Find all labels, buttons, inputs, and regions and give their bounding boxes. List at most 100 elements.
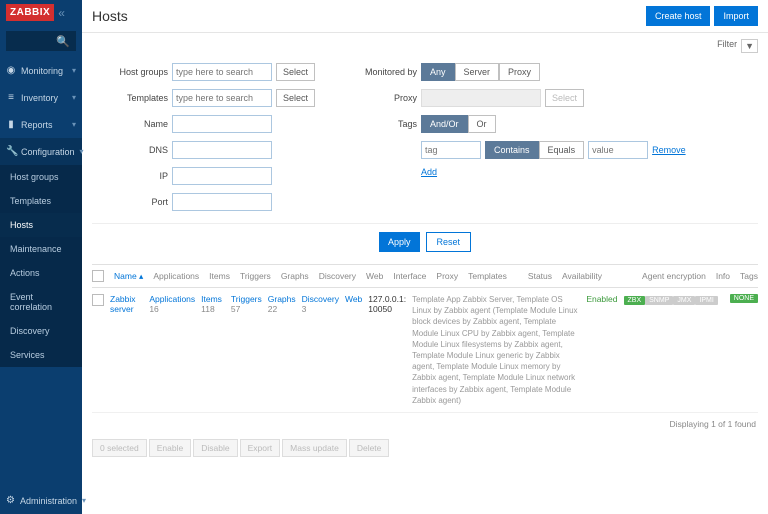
label-templates: Templates <box>96 93 168 103</box>
sidebar-item-host-groups[interactable]: Host groups <box>0 165 82 189</box>
search-icon: 🔍 <box>56 35 70 48</box>
host-groups-input[interactable] <box>172 63 272 81</box>
interface-cell: 127.0.0.1: 10050 <box>368 294 406 314</box>
tags-andor-toggle: And/Or Or <box>421 115 496 133</box>
snmp-badge: SNMP <box>645 296 673 305</box>
nav-monitoring-label: Monitoring <box>21 66 63 76</box>
toggle-server[interactable]: Server <box>455 63 500 81</box>
bulk-export-button: Export <box>240 439 281 457</box>
label-tags: Tags <box>345 119 417 129</box>
bulk-enable-button: Enable <box>149 439 191 457</box>
jmx-badge: JMX <box>673 296 695 305</box>
name-input[interactable] <box>172 115 272 133</box>
port-input[interactable] <box>172 193 272 211</box>
web-cell[interactable]: Web <box>345 294 362 304</box>
toggle-andor[interactable]: And/Or <box>421 115 468 133</box>
sidebar-item-discovery[interactable]: Discovery <box>0 319 82 343</box>
items-cell[interactable]: Items 118 <box>201 294 225 314</box>
reset-button[interactable]: Reset <box>426 232 472 252</box>
logo: ZABBIX <box>6 4 54 21</box>
monitoring-icon: ◉ <box>6 65 16 76</box>
nav-configuration[interactable]: 🔧 Configuration ▾ <box>0 138 82 165</box>
configuration-icon: 🔧 <box>6 146 16 157</box>
dns-input[interactable] <box>172 141 272 159</box>
toggle-proxy[interactable]: Proxy <box>499 63 540 81</box>
toggle-any[interactable]: Any <box>421 63 455 81</box>
discovery-cell[interactable]: Discovery 3 <box>302 294 339 314</box>
sidebar-item-maintenance[interactable]: Maintenance <box>0 237 82 261</box>
tag-value-input[interactable] <box>588 141 648 159</box>
col-graphs: Graphs <box>281 271 309 281</box>
nav-monitoring[interactable]: ◉ Monitoring ▾ <box>0 57 82 84</box>
label-port: Port <box>96 197 168 207</box>
sidebar: ZABBIX « 🔍 ◉ Monitoring ▾ ≡ Inventory ▾ … <box>0 0 82 514</box>
tag-remove-link[interactable]: Remove <box>652 145 686 155</box>
administration-icon: ⚙ <box>6 495 15 506</box>
toggle-or[interactable]: Or <box>468 115 496 133</box>
label-ip: IP <box>96 171 168 181</box>
bulk-disable-button: Disable <box>193 439 237 457</box>
encryption-badge: NONE <box>730 294 758 303</box>
hosts-table: Name ▴ Applications Items Triggers Graph… <box>82 264 768 413</box>
bulk-actions: 0 selected Enable Disable Export Mass up… <box>82 435 768 461</box>
row-checkbox[interactable] <box>92 294 104 306</box>
col-name[interactable]: Name ▴ <box>114 271 143 282</box>
sidebar-search[interactable]: 🔍 <box>6 31 76 51</box>
host-name-link[interactable]: Zabbix server <box>110 294 143 314</box>
table-header: Name ▴ Applications Items Triggers Graph… <box>92 264 758 288</box>
chevron-down-icon: ▾ <box>72 93 76 102</box>
col-interface: Interface <box>393 271 426 281</box>
ipmi-badge: IPMI <box>695 296 717 305</box>
graphs-cell[interactable]: Graphs 22 <box>268 294 296 314</box>
proxy-select-button: Select <box>545 89 584 107</box>
label-proxy: Proxy <box>345 93 417 103</box>
col-status[interactable]: Status <box>528 271 552 281</box>
triggers-cell[interactable]: Triggers 57 <box>231 294 262 314</box>
sidebar-item-hosts[interactable]: Hosts <box>0 213 82 237</box>
filter-label: Filter <box>717 39 737 53</box>
toggle-equals[interactable]: Equals <box>539 141 585 159</box>
sidebar-item-actions[interactable]: Actions <box>0 261 82 285</box>
templates-cell[interactable]: Template App Zabbix Server, Template OS … <box>412 294 580 406</box>
create-host-button[interactable]: Create host <box>646 6 711 26</box>
page-title: Hosts <box>92 8 128 24</box>
sidebar-item-event-correlation[interactable]: Event correlation <box>0 285 82 319</box>
results-count: Displaying 1 of 1 found <box>82 413 768 435</box>
col-templates: Templates <box>468 271 507 281</box>
nav-inventory[interactable]: ≡ Inventory ▾ <box>0 84 82 111</box>
host-groups-select-button[interactable]: Select <box>276 63 315 81</box>
templates-input[interactable] <box>172 89 272 107</box>
bulk-mass-update-button: Mass update <box>282 439 347 457</box>
col-web: Web <box>366 271 383 281</box>
collapse-icon[interactable]: « <box>58 6 65 20</box>
bulk-selected: 0 selected <box>92 439 147 457</box>
col-triggers: Triggers <box>240 271 271 281</box>
col-discovery: Discovery <box>319 271 356 281</box>
apps-cell[interactable]: Applications 16 <box>149 294 195 314</box>
chevron-down-icon: ▾ <box>72 66 76 75</box>
templates-select-button[interactable]: Select <box>276 89 315 107</box>
label-name: Name <box>96 119 168 129</box>
zbx-badge: ZBX <box>624 296 646 305</box>
tag-name-input[interactable] <box>421 141 481 159</box>
apply-button[interactable]: Apply <box>379 232 420 252</box>
availability-cell: ZBXSNMPJMXIPMI <box>624 294 718 304</box>
nav-reports[interactable]: ▮ Reports ▾ <box>0 111 82 138</box>
col-info: Info <box>716 271 730 281</box>
col-items: Items <box>209 271 230 281</box>
status-link[interactable]: Enabled <box>586 294 617 304</box>
filter-icon[interactable]: ▼ <box>741 39 758 53</box>
tag-add-link[interactable]: Add <box>421 167 437 177</box>
nav-administration[interactable]: ⚙ Administration ▾ <box>0 487 82 514</box>
import-button[interactable]: Import <box>714 6 758 26</box>
toggle-contains[interactable]: Contains <box>485 141 539 159</box>
sidebar-item-templates[interactable]: Templates <box>0 189 82 213</box>
col-applications: Applications <box>153 271 199 281</box>
sidebar-item-services[interactable]: Services <box>0 343 82 367</box>
chevron-down-icon: ▾ <box>72 120 76 129</box>
ip-input[interactable] <box>172 167 272 185</box>
col-availability: Availability <box>562 271 602 281</box>
select-all-checkbox[interactable] <box>92 270 104 282</box>
nav-inventory-label: Inventory <box>21 93 58 103</box>
main: Hosts Create host Import Filter ▼ Host g… <box>82 0 768 514</box>
